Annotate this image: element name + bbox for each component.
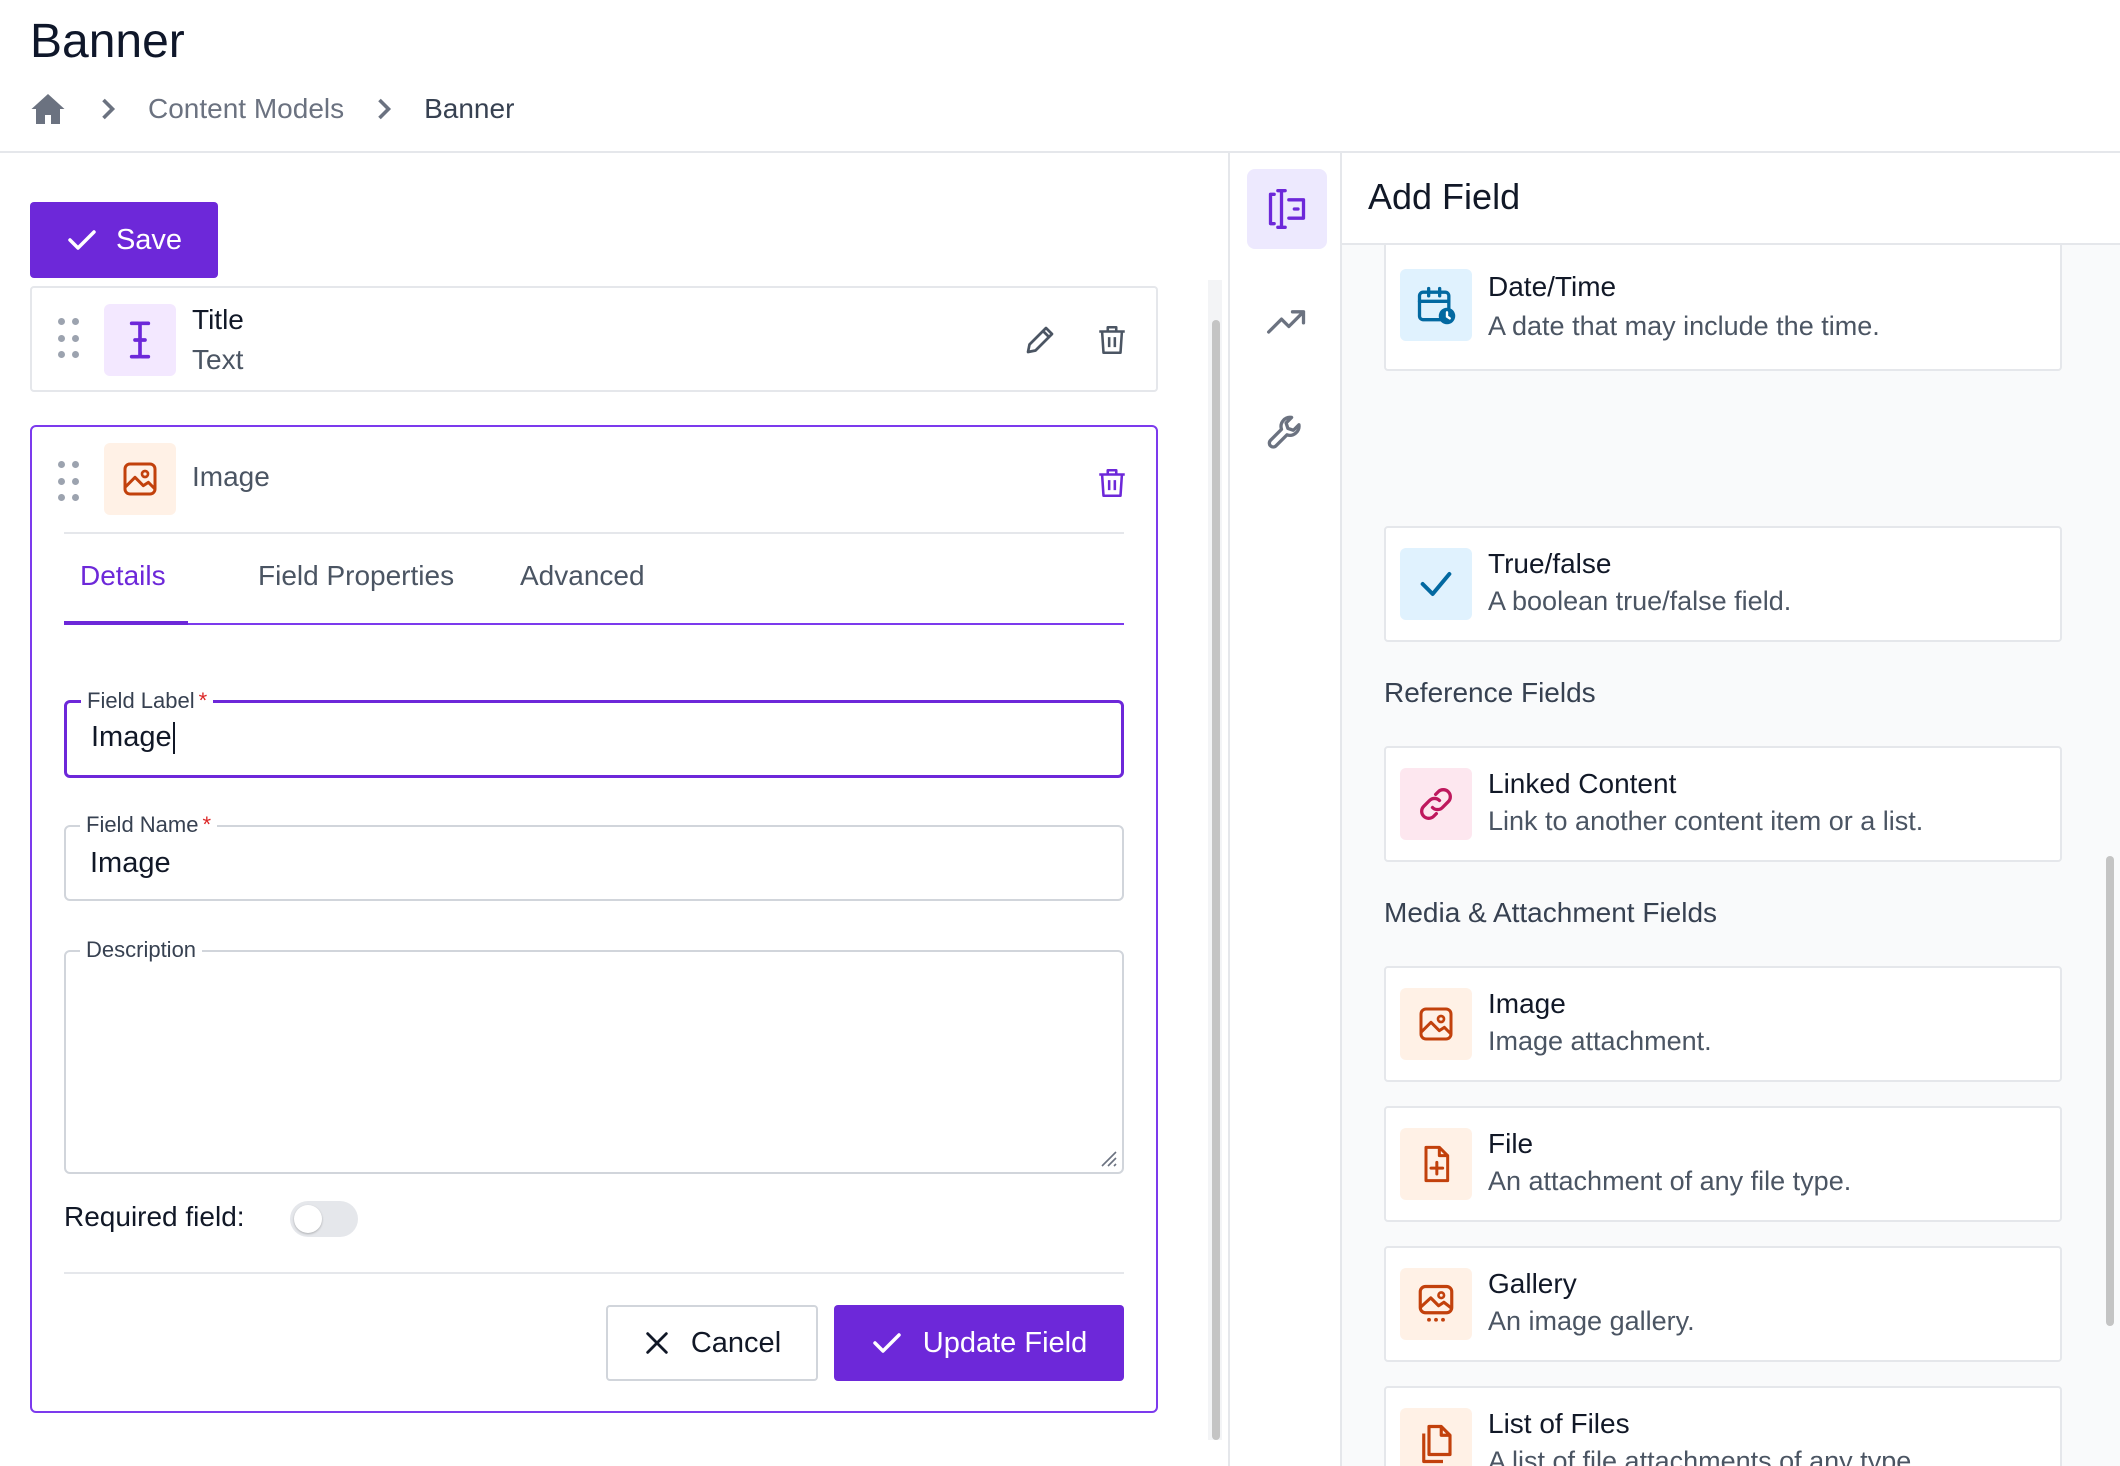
page-title: Banner <box>30 15 185 68</box>
calendar-clock-icon <box>1400 269 1472 341</box>
image-icon <box>104 443 176 515</box>
field-name: Image <box>192 461 270 492</box>
files-icon <box>1400 1408 1472 1466</box>
tab-details[interactable]: Details <box>80 527 166 625</box>
check-icon <box>68 230 96 250</box>
link-icon <box>1400 768 1472 840</box>
cancel-button[interactable]: Cancel <box>606 1305 818 1381</box>
add-field-panel-icon[interactable] <box>1247 169 1327 249</box>
field-type-gallery[interactable]: Gallery An image gallery. <box>1384 1246 2062 1362</box>
field-name-input[interactable]: Field Name * Image <box>64 813 1124 901</box>
field-name-label: Field Name <box>86 812 199 837</box>
field-name: Title <box>192 304 244 335</box>
resize-grip-icon[interactable] <box>1094 1144 1118 1168</box>
field-type-file[interactable]: File An attachment of any file type. <box>1384 1106 2062 1222</box>
field-type-name: Gallery <box>1488 1268 1577 1299</box>
side-icon-rail <box>1228 153 1342 1466</box>
field-type-name: List of Files <box>1488 1408 1630 1439</box>
save-button[interactable]: Save <box>30 202 218 278</box>
check-icon <box>1400 548 1472 620</box>
update-field-button[interactable]: Update Field <box>834 1305 1124 1381</box>
gallery-icon <box>1400 1268 1472 1340</box>
field-label-value: Image <box>91 721 175 755</box>
chevron-right-icon <box>344 97 424 121</box>
toggle-knob <box>294 1205 322 1233</box>
field-type-desc: An attachment of any file type. <box>1488 1166 1852 1196</box>
field-card-title[interactable]: Title Text <box>30 286 1158 392</box>
text-caret <box>172 722 175 755</box>
required-asterisk: * <box>198 688 208 713</box>
section-reference-fields: Reference Fields <box>1384 677 1596 708</box>
field-label-text: Image <box>91 721 172 753</box>
scrollbar-thumb[interactable] <box>2106 856 2114 1326</box>
field-type-list: Date/Time A date that may include the ti… <box>1342 245 2120 1466</box>
field-type-desc: A date that may include the time. <box>1488 311 1880 341</box>
wrench-icon[interactable] <box>1247 393 1327 473</box>
close-icon <box>646 1332 668 1354</box>
field-type-desc: Link to another content item or a list. <box>1488 806 1924 836</box>
breadcrumb: Content Models Banner <box>30 88 514 130</box>
field-label-legend: Field Label * <box>81 688 214 713</box>
file-plus-icon <box>1400 1128 1472 1200</box>
trash-icon[interactable] <box>1090 461 1134 505</box>
divider <box>64 1272 1124 1274</box>
required-toggle[interactable] <box>290 1201 358 1237</box>
field-type-list-of-files[interactable]: List of Files A list of file attachments… <box>1384 1386 2062 1466</box>
field-editor-image: Image Details Field Properties Advanced … <box>30 425 1158 1413</box>
field-type-name: Date/Time <box>1488 271 1617 302</box>
page-header: Banner Content Models Banner <box>0 0 2120 153</box>
field-type-name: True/false <box>1488 548 1612 579</box>
field-type-name: Linked Content <box>1488 768 1677 799</box>
field-name-value: Image <box>90 847 171 879</box>
field-type-name: Image <box>1488 988 1566 1019</box>
field-label-input[interactable]: Field Label * Image <box>64 689 1124 778</box>
chevron-right-icon <box>68 97 148 121</box>
field-type-desc: A list of file attachments of any type. <box>1488 1446 1919 1466</box>
field-type-true-false[interactable]: True/false A boolean true/false field. <box>1384 526 2062 642</box>
image-icon <box>1400 988 1472 1060</box>
required-field-label: Required field: <box>64 1201 245 1232</box>
cancel-button-label: Cancel <box>690 1326 782 1359</box>
field-type-desc: A boolean true/false field. <box>1488 586 1792 616</box>
field-type-name: File <box>1488 1128 1534 1159</box>
field-type-desc: An image gallery. <box>1488 1306 1695 1336</box>
breadcrumb-content-models[interactable]: Content Models <box>148 93 344 125</box>
drag-handle-icon[interactable] <box>58 461 80 505</box>
description-legend: Description <box>80 938 203 962</box>
active-tab-indicator <box>64 621 188 625</box>
trash-icon[interactable] <box>1090 318 1134 362</box>
breadcrumb-current: Banner <box>424 93 515 124</box>
update-field-button-label: Update Field <box>922 1326 1088 1359</box>
home-icon[interactable] <box>30 90 68 128</box>
save-button-label: Save <box>115 223 183 256</box>
check-icon <box>873 1333 901 1353</box>
field-type-date-time[interactable]: Date/Time A date that may include the ti… <box>1384 245 2062 371</box>
description-textarea[interactable]: Description <box>64 938 1124 1174</box>
field-name-legend: Field Name * <box>80 812 218 837</box>
trending-up-icon[interactable] <box>1247 281 1327 361</box>
edit-pencil-icon[interactable] <box>1018 318 1062 362</box>
drag-handle-icon[interactable] <box>58 318 80 362</box>
text-cursor-icon <box>104 304 176 376</box>
section-media-attachment-fields: Media & Attachment Fields <box>1384 897 1718 928</box>
panel-title: Add Field <box>1368 176 1521 217</box>
field-type-desc: Image attachment. <box>1488 1026 1712 1056</box>
field-type-image[interactable]: Image Image attachment. <box>1384 966 2062 1082</box>
scrollbar-thumb[interactable] <box>1212 320 1220 1440</box>
field-label-label: Field Label <box>87 688 195 713</box>
editor-tabs: Details Field Properties Advanced <box>64 527 1124 625</box>
tab-advanced[interactable]: Advanced <box>520 527 645 625</box>
field-type: Text <box>192 344 244 375</box>
required-asterisk: * <box>202 812 212 837</box>
tab-field-properties[interactable]: Field Properties <box>258 527 454 625</box>
field-type-linked-content[interactable]: Linked Content Link to another content i… <box>1384 746 2062 862</box>
